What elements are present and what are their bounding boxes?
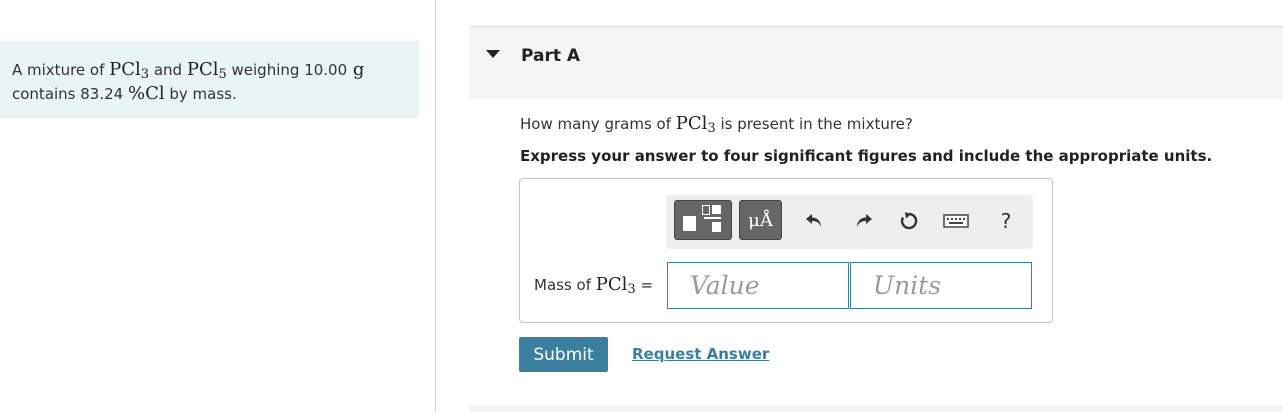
keyboard-icon[interactable] [943, 208, 969, 234]
percent-sign: % [127, 83, 146, 104]
percent-value: 83.24 [80, 85, 128, 103]
template-box-icon [712, 205, 721, 214]
problem-statement: A mixture of PCl3 and PCl5 weighing 10.0… [0, 41, 419, 118]
reset-icon[interactable] [896, 208, 922, 234]
problem-text: by mass. [164, 85, 237, 103]
problem-text: A mixture of [12, 61, 110, 79]
mass-value: 10.00 [304, 61, 348, 79]
help-icon[interactable]: ? [993, 208, 1019, 234]
next-section-strip [469, 405, 1283, 412]
formula-pcl5: PCl5 [186, 59, 227, 82]
mass-unit: g [347, 59, 365, 80]
template-box-icon [683, 216, 696, 231]
template-box-icon [712, 222, 721, 232]
problem-line-2: contains 83.24 %Cl by mass. [12, 82, 419, 106]
units-button[interactable]: μÅ [739, 200, 782, 240]
request-answer-link[interactable]: Request Answer [632, 345, 769, 363]
question-text: How many grams of PCl3 is present in the… [520, 113, 913, 136]
collapse-caret-icon[interactable] [486, 50, 500, 58]
templates-button[interactable] [674, 200, 732, 240]
problem-text: contains [12, 85, 81, 103]
value-input[interactable] [667, 262, 849, 309]
undo-icon[interactable] [801, 208, 827, 234]
answer-label: Mass of PCl3 = [534, 274, 654, 297]
units-input[interactable] [850, 262, 1032, 309]
problem-text: weighing [226, 61, 305, 79]
formula-pcl3: PCl3 [675, 113, 716, 136]
problem-text: and [149, 61, 187, 79]
fraction-bar-icon [704, 217, 721, 219]
formula-pcl3: PCl3 [595, 274, 636, 297]
instruction-text: Express your answer to four significant … [520, 147, 1213, 165]
submit-button[interactable]: Submit [519, 337, 608, 372]
equals-sign: = [640, 276, 654, 294]
panel-divider [435, 0, 436, 412]
element-cl: Cl [145, 83, 165, 104]
problem-line-1: A mixture of PCl3 and PCl5 weighing 10.0… [12, 58, 419, 82]
formula-pcl3: PCl3 [109, 59, 150, 82]
template-box-icon [702, 205, 710, 215]
redo-icon[interactable] [851, 208, 877, 234]
part-title: Part A [521, 46, 581, 66]
part-header[interactable] [469, 26, 1283, 99]
